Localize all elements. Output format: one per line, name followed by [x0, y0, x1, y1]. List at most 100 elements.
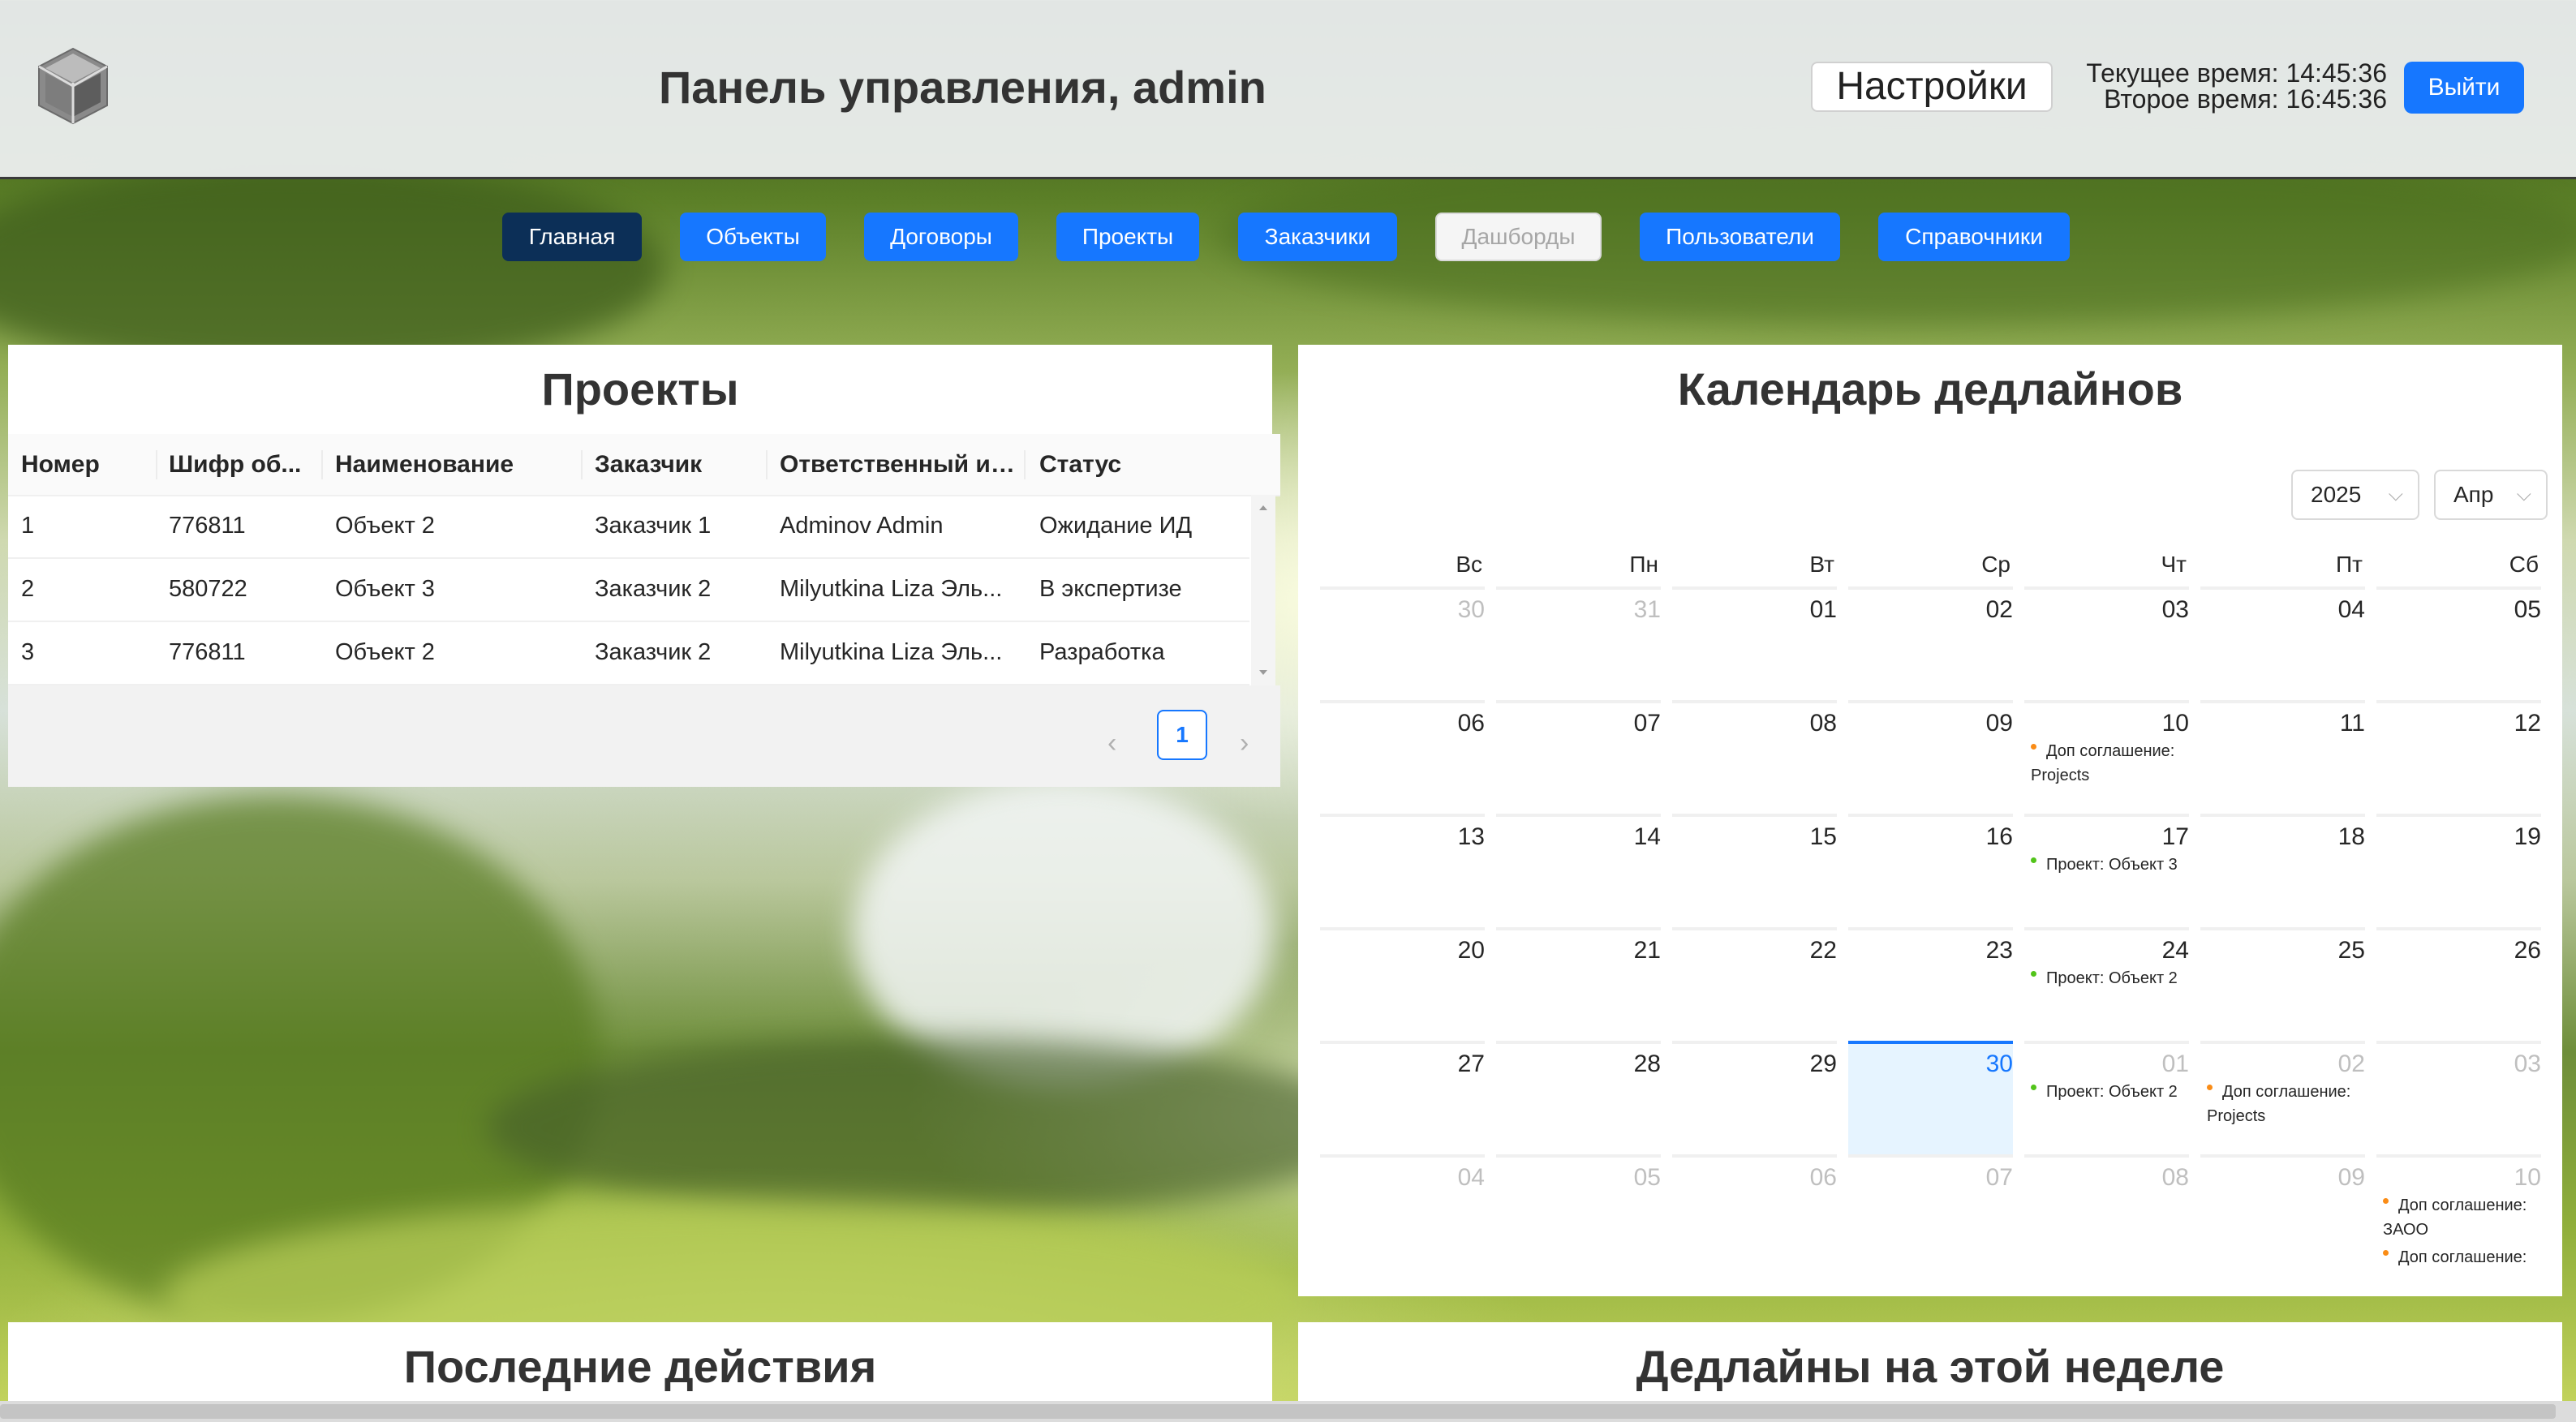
calendar-day[interactable]: 21 [1496, 927, 1661, 1041]
calendar-day[interactable]: 10 Доп соглашение: Projects [2024, 700, 2189, 814]
calendar-day[interactable]: 08 [1672, 700, 1837, 814]
calendar-day[interactable]: 27 [1320, 1041, 1485, 1154]
event-dot-icon [2031, 744, 2036, 750]
calendar-day[interactable]: 11 [2200, 700, 2365, 814]
table-row[interactable]: 1 776811 Объект 2 Заказчик 1 Adminov Adm… [8, 495, 1249, 559]
calendar-event[interactable]: Доп соглашение: [2383, 1245, 2541, 1269]
weekday-label: Пт [2336, 552, 2363, 577]
calendar-day[interactable]: 29 [1672, 1041, 1837, 1154]
calendar-day[interactable]: 12 [2376, 700, 2541, 814]
nav-contracts[interactable]: Договоры [864, 213, 1018, 261]
calendar-day[interactable]: 20 [1320, 927, 1485, 1041]
calendar-day[interactable]: 02 Доп соглашение: Projects [2200, 1041, 2365, 1154]
nav-customers[interactable]: Заказчики [1238, 213, 1397, 261]
calendar-event[interactable]: Проект: Объект 2 [2031, 1080, 2189, 1104]
page-title: Панель управления, admin [659, 62, 1266, 113]
calendar-day[interactable]: 07 [1496, 700, 1661, 814]
scroll-down-icon[interactable] [1251, 661, 1275, 685]
day-number: 03 [2161, 596, 2189, 623]
nav-dictionaries[interactable]: Справочники [1878, 213, 2070, 261]
calendar-panel: Календарь дедлайнов 2025 ⌵ Апр ⌵ Вс Пн Вт С… [1298, 345, 2562, 1296]
scrollbar-thumb[interactable] [0, 1404, 2556, 1419]
nav-users[interactable]: Пользователи [1640, 213, 1840, 261]
calendar-day[interactable]: 17 Проект: Объект 3 [2024, 814, 2189, 927]
calendar-day[interactable]: 22 [1672, 927, 1837, 1041]
calendar-day[interactable]: 19 [2376, 814, 2541, 927]
calendar-day[interactable]: 13 [1320, 814, 1485, 927]
nav-objects[interactable]: Объекты [680, 213, 826, 261]
calendar-event[interactable]: Проект: Объект 2 [2031, 966, 2189, 990]
nav-home[interactable]: Главная [502, 213, 642, 261]
day-number: 04 [2337, 596, 2365, 623]
calendar-day[interactable]: 16 [1848, 814, 2013, 927]
nav-projects[interactable]: Проекты [1056, 213, 1199, 261]
prev-page-icon[interactable]: ‹ [1107, 728, 1116, 759]
calendar-day[interactable]: 10 Доп соглашение: ЗАОО Доп соглашение: [2376, 1154, 2541, 1268]
year-select[interactable]: 2025 ⌵ [2291, 470, 2419, 520]
weekday-label: Сб [2509, 552, 2539, 577]
recent-actions-title: Последние действия [403, 1341, 877, 1392]
settings-button[interactable]: Настройки [1811, 62, 2053, 112]
calendar-day[interactable]: 18 [2200, 814, 2365, 927]
col-name[interactable]: Наименование [335, 434, 578, 495]
calendar-day[interactable]: 03 [2024, 586, 2189, 700]
calendar-day[interactable]: 06 [1320, 700, 1485, 814]
col-number[interactable]: Номер [21, 434, 151, 495]
calendar-event[interactable]: Доп соглашение: Projects [2207, 1080, 2365, 1128]
col-responsible[interactable]: Ответственный ис... [780, 434, 1015, 495]
col-code[interactable]: Шифр об... [169, 434, 315, 495]
cell-customer: Заказчик 2 [595, 576, 712, 602]
calendar-day[interactable]: 09 [1848, 700, 2013, 814]
calendar-day[interactable]: 28 [1496, 1041, 1661, 1154]
day-number: 05 [1633, 1164, 1661, 1191]
month-select[interactable]: Апр ⌵ [2434, 470, 2548, 520]
col-customer[interactable]: Заказчик [595, 434, 765, 495]
day-number: 31 [1633, 596, 1661, 623]
calendar-day[interactable]: 01 [1672, 586, 1837, 700]
scroll-up-icon[interactable] [1251, 495, 1275, 519]
calendar-event[interactable]: Проект: Объект 3 [2031, 853, 2189, 877]
calendar-day[interactable]: 05 [1496, 1154, 1661, 1268]
calendar-event[interactable]: Доп соглашение: Projects [2031, 739, 2189, 788]
calendar-day[interactable]: 15 [1672, 814, 1837, 927]
table-scrollbar[interactable] [1251, 495, 1275, 685]
col-status[interactable]: Статус [1039, 434, 1242, 495]
calendar-day[interactable]: 24 Проект: Объект 2 [2024, 927, 2189, 1041]
calendar-day[interactable]: 30 [1320, 586, 1485, 700]
calendar-day[interactable]: 25 [2200, 927, 2365, 1041]
calendar-day[interactable]: 26 [2376, 927, 2541, 1041]
calendar-day[interactable]: 06 [1672, 1154, 1837, 1268]
calendar-event[interactable]: Доп соглашение: ЗАОО [2383, 1193, 2541, 1242]
day-number: 23 [1985, 937, 2013, 964]
calendar-day[interactable]: 05 [2376, 586, 2541, 700]
pagination: ‹ 1 › [8, 685, 1280, 787]
day-number: 21 [1633, 937, 1661, 964]
cell-name: Объект 3 [335, 576, 435, 602]
calendar-day-today[interactable]: 30 [1848, 1041, 2013, 1154]
calendar-day[interactable]: 23 [1848, 927, 2013, 1041]
calendar-day[interactable]: 14 [1496, 814, 1661, 927]
calendar-day[interactable]: 02 [1848, 586, 2013, 700]
calendar-day[interactable]: 04 [1320, 1154, 1485, 1268]
cell-code: 580722 [169, 576, 247, 602]
calendar-day[interactable]: 08 [2024, 1154, 2189, 1268]
day-number: 06 [1809, 1164, 1837, 1191]
calendar-day[interactable]: 09 [2200, 1154, 2365, 1268]
event-text: Доп соглашение: Projects [2207, 1083, 2351, 1125]
horizontal-scrollbar[interactable] [0, 1401, 2576, 1422]
calendar-day[interactable]: 04 [2200, 586, 2365, 700]
event-text: Проект: Объект 3 [2046, 856, 2178, 874]
page-1-button[interactable]: 1 [1157, 710, 1207, 760]
projects-title: Проекты [541, 363, 739, 415]
calendar-day[interactable]: 07 [1848, 1154, 2013, 1268]
next-page-icon[interactable]: › [1240, 728, 1249, 759]
table-row[interactable]: 2 580722 Объект 3 Заказчик 2 Milyutkina … [8, 558, 1249, 622]
calendar-day[interactable]: 31 [1496, 586, 1661, 700]
calendar-day[interactable]: 01 Проект: Объект 2 [2024, 1041, 2189, 1154]
table-row[interactable]: 3 776811 Объект 2 Заказчик 2 Milyutkina … [8, 621, 1249, 685]
logout-button[interactable]: Выйти [2404, 62, 2524, 114]
day-number: 19 [2514, 823, 2541, 850]
projects-panel: Проекты Номер Шифр об... Наименование За… [8, 345, 1280, 787]
calendar-day[interactable]: 03 [2376, 1041, 2541, 1154]
cell-name: Объект 2 [335, 513, 435, 539]
